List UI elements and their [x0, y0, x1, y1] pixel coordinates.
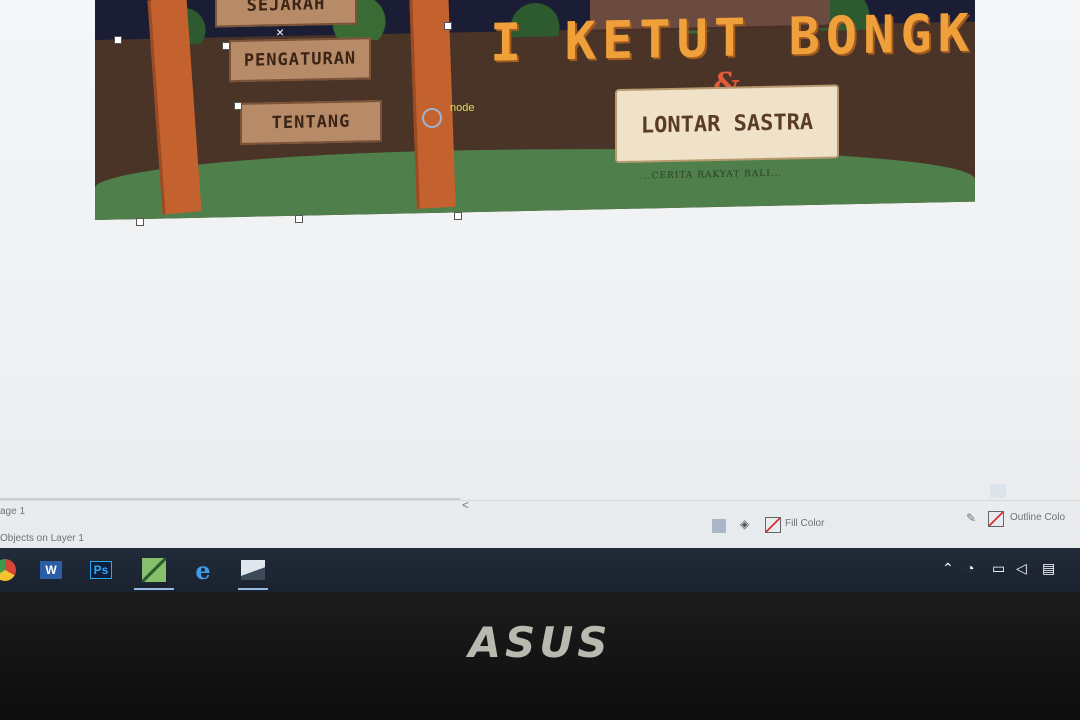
selection-handle[interactable]	[136, 218, 144, 226]
outline-none-swatch[interactable]	[988, 511, 1004, 527]
art-ground	[95, 139, 975, 220]
battery-icon[interactable]: ▭	[992, 560, 1005, 577]
fill-none-swatch[interactable]	[765, 517, 781, 533]
outline-color-label: Outline Colo	[1010, 512, 1066, 523]
word-icon[interactable]: W	[36, 556, 66, 584]
scroll-text: LONTAR SASTRA	[640, 109, 814, 139]
sign-tentang[interactable]: TENTANG	[240, 99, 382, 145]
snap-icon[interactable]	[712, 519, 726, 533]
selection-handle[interactable]	[234, 102, 242, 110]
edge-icon[interactable]: e	[188, 556, 218, 585]
page-tab[interactable]: age 1	[0, 506, 25, 517]
outline-pen-icon[interactable]: ✎	[966, 511, 976, 525]
photoshop-icon[interactable]: Ps	[86, 556, 116, 584]
node-cursor-icon	[422, 108, 442, 128]
chevron-up-icon[interactable]: ⌃	[942, 560, 954, 577]
color-docker-icon[interactable]	[990, 484, 1006, 498]
sign-pengaturan[interactable]: PENGATURAN	[229, 37, 371, 83]
artwork-title: I KETUT BONGKLING	[490, 0, 975, 74]
volume-icon[interactable]: ◁	[1016, 560, 1027, 577]
selection-handle[interactable]	[222, 42, 230, 50]
photos-icon[interactable]	[238, 556, 268, 590]
coreldraw-icon[interactable]	[134, 556, 174, 590]
monitor-screen: SEJARAH PENGATURAN TENTANG I KETUT BONGK…	[0, 0, 1080, 600]
taskbar: W Ps e	[0, 548, 1080, 592]
fill-color-label: Fill Color	[785, 518, 825, 529]
node-label: node	[450, 102, 475, 114]
system-tray: ⌃ ◔ ▭ ◁ ▤	[930, 548, 1080, 592]
selection-handle[interactable]	[444, 22, 452, 30]
fill-bucket-icon[interactable]: ◈	[740, 517, 749, 531]
brand-logo: ASUS	[468, 618, 612, 667]
selection-handle[interactable]	[114, 36, 122, 44]
chrome-icon[interactable]	[0, 556, 20, 584]
tree-trunk-right	[409, 0, 456, 209]
center-marker[interactable]: ×	[276, 24, 284, 40]
artwork-canvas[interactable]: SEJARAH PENGATURAN TENTANG I KETUT BONGK…	[95, 0, 975, 221]
status-bar: age 1 Objects on Layer 1 ◈ Fill Color ✎ …	[0, 500, 1080, 549]
selection-handle[interactable]	[454, 212, 462, 220]
notification-icon[interactable]: ▤	[1042, 560, 1055, 577]
sign-sejarah[interactable]: SEJARAH	[215, 0, 357, 28]
wifi-icon[interactable]: ◔	[966, 560, 974, 576]
objects-info: Objects on Layer 1	[0, 533, 84, 544]
selection-handle[interactable]	[295, 215, 303, 223]
lontar-scroll: LONTAR SASTRA	[615, 84, 839, 164]
